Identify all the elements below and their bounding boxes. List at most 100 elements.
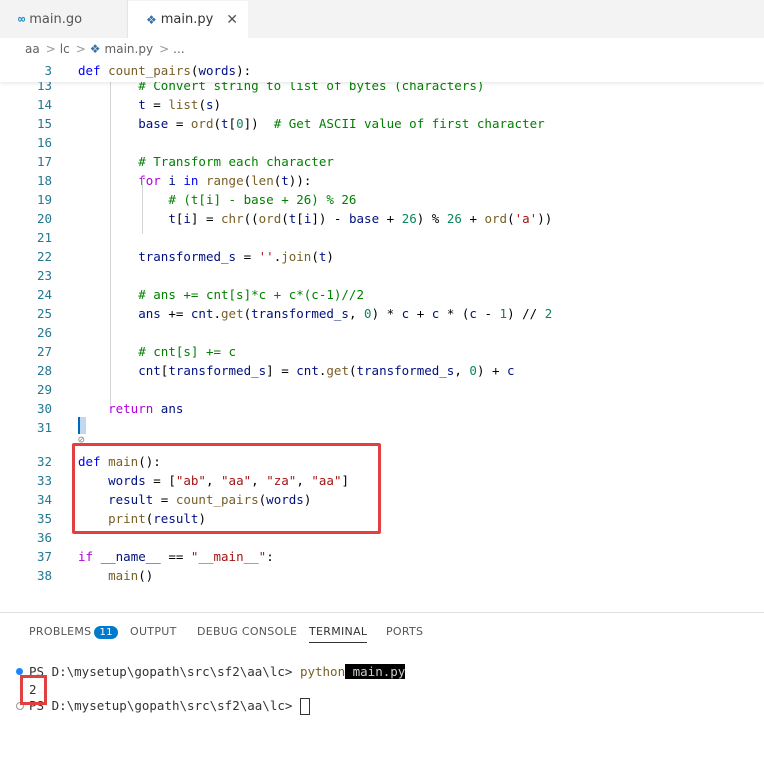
line-number: 31 <box>36 420 52 435</box>
terminal-cursor <box>299 698 310 715</box>
indent-guide <box>110 82 111 405</box>
terminal-command: python <box>299 664 346 679</box>
terminal-prompt: PS D:\mysetup\gopath\src\sf2\aa\lc> <box>29 698 300 713</box>
code-text: for i in range(len(t)): <box>138 173 312 188</box>
line-number: 34 <box>36 492 52 507</box>
tab-label: main.go <box>29 11 83 27</box>
line-number: 32 <box>36 454 52 469</box>
line-number: 30 <box>36 401 52 416</box>
code-text: base = ord(t[0]) # Get ASCII value of fi… <box>138 116 545 131</box>
code-line[interactable]: 38 main() <box>0 566 764 585</box>
code-text: transformed_s = ''.join(t) <box>138 249 334 264</box>
code-line[interactable]: 23 <box>0 266 764 285</box>
code-line[interactable]: 18 for i in range(len(t)): <box>0 171 764 190</box>
line-number: 15 <box>36 116 52 131</box>
sticky-scroll-header[interactable]: 3 def count_pairs(words): <box>0 60 764 82</box>
line-number: 35 <box>36 511 52 526</box>
line-number: 25 <box>36 306 52 321</box>
tab-main-py[interactable]: ❖ main.py ✕ <box>128 0 248 38</box>
line-number: 26 <box>36 325 52 340</box>
tab-bar: ∞ main.go ❖ main.py ✕ <box>0 0 764 38</box>
code-text: main() <box>108 568 154 583</box>
line-number: 36 <box>36 530 52 545</box>
chevron-right-icon: > <box>45 42 56 56</box>
line-number: 18 <box>36 173 52 188</box>
code-text: ans += cnt.get(transformed_s, 0) * c + c… <box>138 306 553 321</box>
code-line[interactable]: 3 def count_pairs(words): <box>0 61 764 80</box>
code-line[interactable]: 21 <box>0 228 764 247</box>
line-number: 33 <box>36 473 52 488</box>
bottom-panel: PROBLEMS 11 OUTPUT DEBUG CONSOLE TERMINAL… <box>0 612 764 764</box>
code-line[interactable]: 20 t[i] = chr((ord(t[i]) - base + 26) % … <box>0 209 764 228</box>
code-line[interactable]: 24 # ans += cnt[s]*c + c*(c-1)//2 <box>0 285 764 304</box>
panel-tabs: PROBLEMS 11 OUTPUT DEBUG CONSOLE TERMINAL… <box>0 613 764 651</box>
tab-label: main.py <box>160 12 214 27</box>
code-text: # Transform each character <box>138 154 334 169</box>
line-number: 22 <box>36 249 52 264</box>
breadcrumb-item[interactable]: ... <box>173 42 184 56</box>
code-line[interactable]: 15 base = ord(t[0]) # Get ASCII value of… <box>0 114 764 133</box>
terminal-arg: main.py <box>345 664 406 679</box>
code-text: if __name__ == "__main__": <box>78 549 274 564</box>
code-line[interactable]: 29 <box>0 380 764 399</box>
code-text: return ans <box>108 401 184 416</box>
code-text: # (t[i] - base + 26) % 26 <box>168 192 357 207</box>
code-text: # cnt[s] += c <box>138 344 237 359</box>
line-number: 28 <box>36 363 52 378</box>
breadcrumb-item[interactable]: aa <box>25 42 40 56</box>
line-number: 20 <box>36 211 52 226</box>
code-line[interactable]: 25 ans += cnt.get(transformed_s, 0) * c … <box>0 304 764 323</box>
code-line[interactable]: 14 t = list(s) <box>0 95 764 114</box>
code-line[interactable]: 22 transformed_s = ''.join(t) <box>0 247 764 266</box>
code-line[interactable]: 19 # (t[i] - base + 26) % 26 <box>0 190 764 209</box>
code-text: t[i] = chr((ord(t[i]) - base + 26) % 26 … <box>168 211 553 226</box>
code-line[interactable]: 37 if __name__ == "__main__": <box>0 547 764 566</box>
line-number: 24 <box>36 287 52 302</box>
code-text: t = list(s) <box>138 97 222 112</box>
text-cursor <box>78 417 86 434</box>
breadcrumb-item[interactable]: main.py <box>105 42 154 56</box>
line-number: 37 <box>36 549 52 564</box>
code-text: # ans += cnt[s]*c + c*(c-1)//2 <box>138 287 364 302</box>
breadcrumb: aa > lc > ❖ main.py > ... <box>0 38 764 60</box>
code-line[interactable]: 26 <box>0 323 764 342</box>
command-status-dot[interactable] <box>16 668 23 675</box>
line-number: 29 <box>36 382 52 397</box>
tab-label: PROBLEMS <box>29 625 92 638</box>
close-icon[interactable]: ✕ <box>226 12 238 28</box>
terminal-line: PS D:\mysetup\gopath\src\sf2\aa\lc> <box>29 697 310 715</box>
python-icon: ❖ <box>89 42 101 56</box>
line-number: 17 <box>36 154 52 169</box>
tab-problems[interactable]: PROBLEMS 11 <box>29 625 118 639</box>
code-line[interactable]: 30 return ans <box>0 399 764 418</box>
go-icon: ∞ <box>18 12 26 26</box>
line-number: 16 <box>36 135 52 150</box>
problems-count-badge: 11 <box>94 626 118 639</box>
line-number: 23 <box>36 268 52 283</box>
code-editor[interactable]: 3 def count_pairs(words): 13 # Convert s… <box>0 60 764 612</box>
terminal-prompt: PS D:\mysetup\gopath\src\sf2\aa\lc> <box>29 664 300 679</box>
highlight-box <box>72 443 381 534</box>
tab-main-go[interactable]: ∞ main.go <box>0 0 128 38</box>
code-line[interactable]: 31 <box>0 418 764 437</box>
terminal-line: PS D:\mysetup\gopath\src\sf2\aa\lc> pyth… <box>29 663 406 681</box>
code-line[interactable]: 16 <box>0 133 764 152</box>
code-line[interactable]: 28 cnt[transformed_s] = cnt.get(transfor… <box>0 361 764 380</box>
code-text: cnt[transformed_s] = cnt.get(transformed… <box>138 363 515 378</box>
chevron-right-icon: > <box>75 42 86 56</box>
highlight-box <box>20 675 47 705</box>
python-icon: ❖ <box>146 12 157 27</box>
line-number: 38 <box>36 568 52 583</box>
line-number: 19 <box>36 192 52 207</box>
line-number: 27 <box>36 344 52 359</box>
tab-debug-console[interactable]: DEBUG CONSOLE <box>197 625 297 638</box>
line-number: 3 <box>44 63 52 78</box>
code-line[interactable]: 17 # Transform each character <box>0 152 764 171</box>
tab-output[interactable]: OUTPUT <box>130 625 177 638</box>
breadcrumb-item[interactable]: lc <box>60 42 70 56</box>
tab-terminal[interactable]: TERMINAL <box>309 625 368 643</box>
indent-guide <box>142 177 143 234</box>
code-line[interactable]: 27 # cnt[s] += c <box>0 342 764 361</box>
chevron-right-icon: > <box>159 42 170 56</box>
tab-ports[interactable]: PORTS <box>386 625 423 638</box>
